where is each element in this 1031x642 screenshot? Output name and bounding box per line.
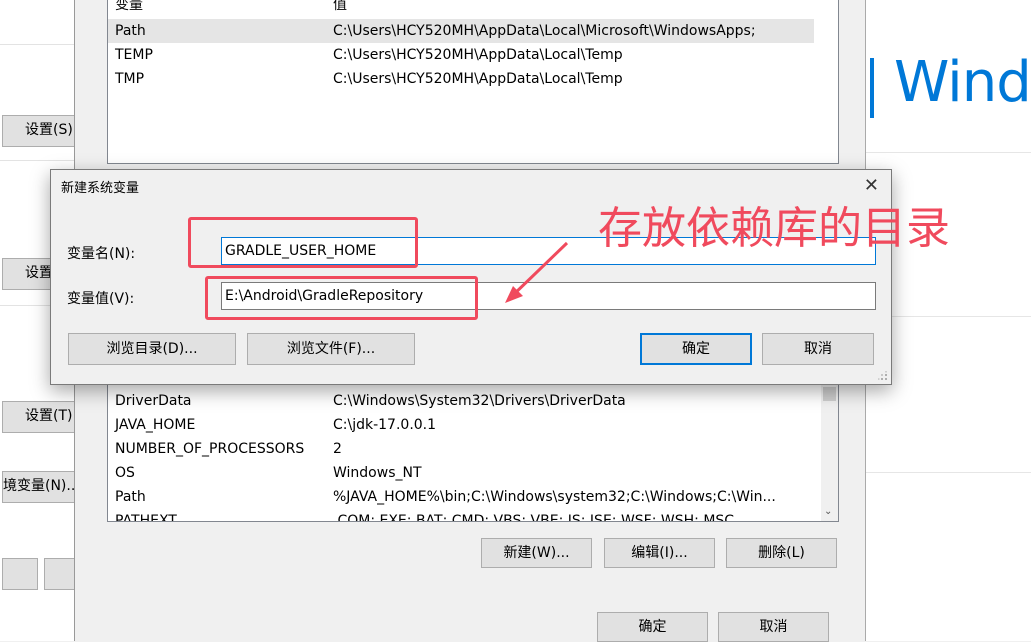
- separator: [0, 44, 80, 45]
- annotation-text: 存放依赖库的目录: [598, 203, 950, 254]
- browse-directory-button[interactable]: 浏览目录(D)...: [68, 333, 236, 365]
- scrollbar-thumb[interactable]: [823, 387, 836, 401]
- browse-file-button[interactable]: 浏览文件(F)...: [247, 333, 415, 365]
- table-row[interactable]: Path C:\Users\HCY520MH\AppData\Local\Mic…: [108, 19, 814, 43]
- divider: [862, 152, 1031, 153]
- annotation-box-name: [188, 217, 418, 268]
- variable-value-label: 变量值(V):: [67, 291, 135, 307]
- separator: [0, 160, 80, 161]
- annotation-box-value: [205, 276, 478, 320]
- env-ok-button[interactable]: 确定: [597, 612, 708, 642]
- delete-variable-button[interactable]: 删除(L): [726, 538, 837, 568]
- chevron-down-icon[interactable]: ⌄: [824, 506, 832, 517]
- system-variables-list[interactable]: DriverData C:\Windows\System32\Drivers\D…: [107, 380, 839, 522]
- dialog-ok-button[interactable]: 确定: [640, 333, 752, 365]
- dialog-title: 新建系统变量: [61, 181, 140, 196]
- resize-grip-icon[interactable]: [878, 371, 888, 381]
- environment-variables-button[interactable]: 境变量(N)...: [2, 471, 82, 503]
- user-variables-list[interactable]: 变量 值 Path C:\Users\HCY520MH\AppData\Loca…: [107, 0, 839, 164]
- new-variable-button[interactable]: 新建(W)...: [481, 538, 592, 568]
- variable-name-label: 变量名(N):: [67, 246, 136, 262]
- divider: [862, 472, 1031, 473]
- windows-brand-text: Wind: [894, 50, 1031, 115]
- env-cancel-button[interactable]: 取消: [718, 612, 829, 642]
- edit-variable-button[interactable]: 编辑(I)...: [604, 538, 715, 568]
- dialog-cancel-button[interactable]: 取消: [762, 333, 874, 365]
- vertical-scrollbar[interactable]: ⌄: [820, 381, 838, 521]
- windows-logo-icon: [870, 58, 874, 118]
- ok-button-bg[interactable]: [2, 558, 38, 590]
